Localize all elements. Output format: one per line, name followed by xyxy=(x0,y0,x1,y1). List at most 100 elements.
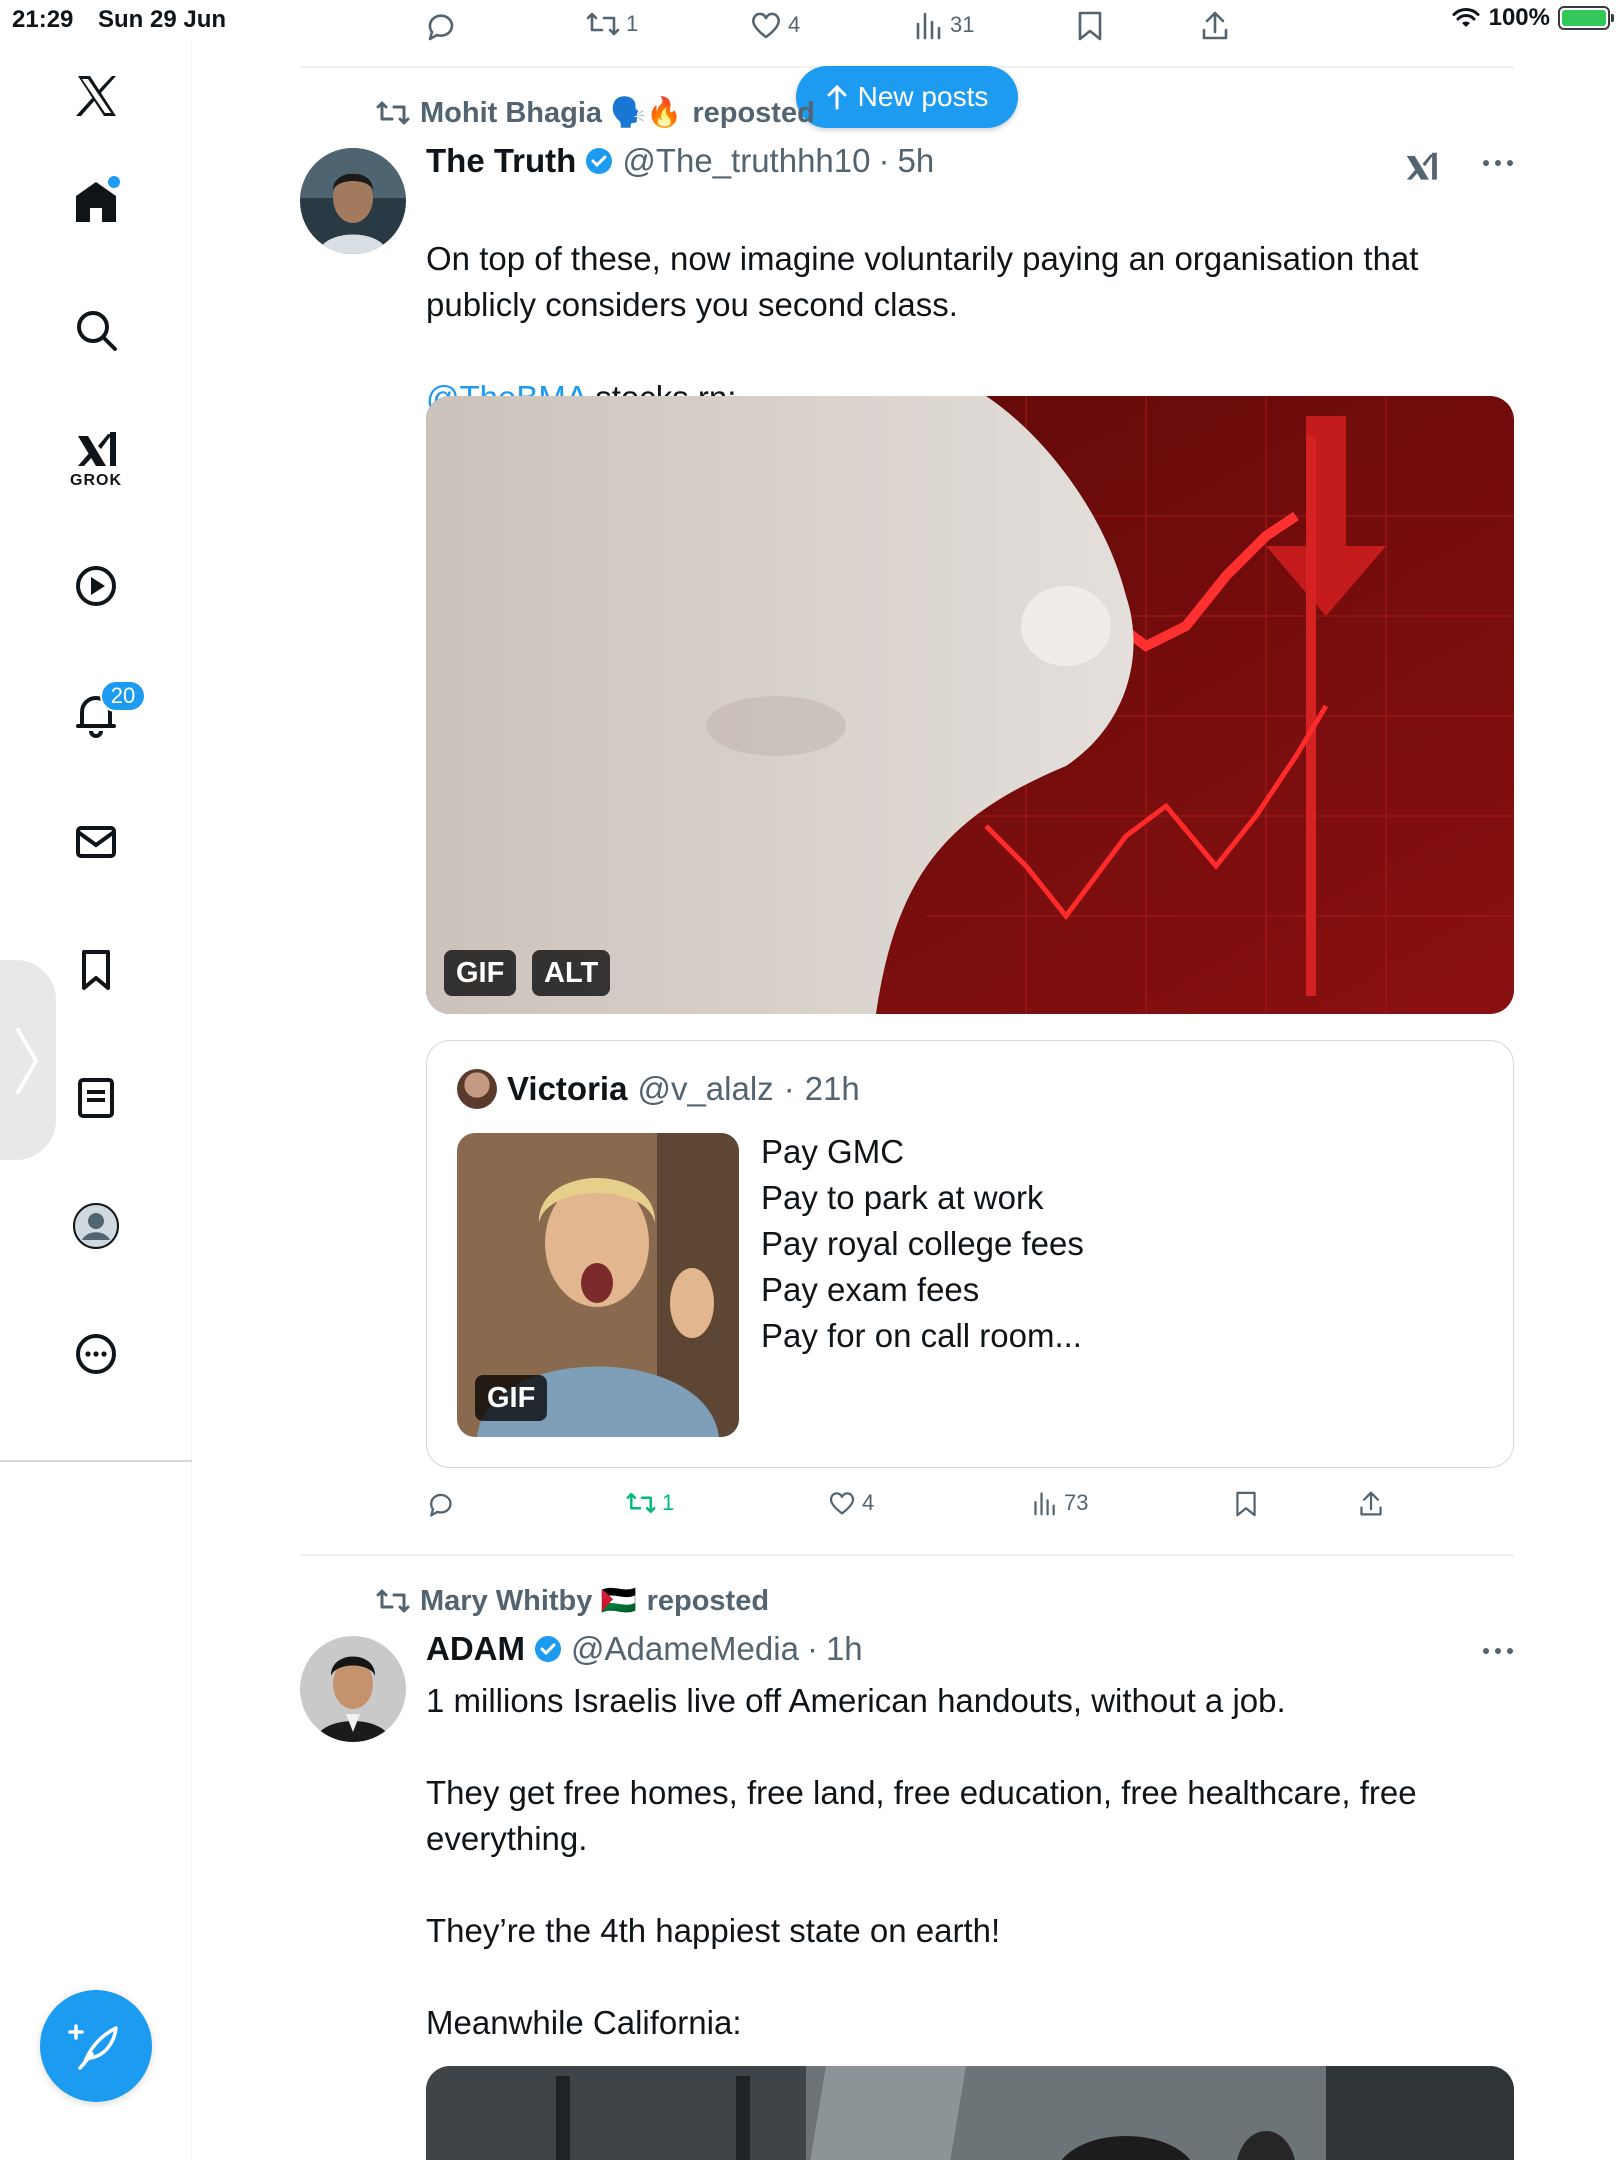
post-header: ADAM @AdameMedia · 1h xyxy=(426,1630,863,1668)
sidebar-item-profile[interactable] xyxy=(48,1178,144,1274)
grok-label: GROK xyxy=(70,472,122,489)
views-button[interactable]: 31 xyxy=(914,10,974,40)
sidebar-item-grok[interactable]: GROK xyxy=(48,410,144,506)
sidebar-item-more[interactable] xyxy=(48,1306,144,1402)
quote-gif-media[interactable]: GIF xyxy=(457,1133,739,1437)
share-button[interactable] xyxy=(1200,10,1230,42)
more-options-icon[interactable] xyxy=(1482,1646,1514,1656)
repost-button[interactable]: 1 xyxy=(626,1490,674,1516)
user-handle[interactable]: @AdameMedia xyxy=(571,1630,799,1668)
post-header: The Truth @The_truthhh10 · 5h xyxy=(426,142,934,180)
avatar[interactable] xyxy=(457,1069,497,1109)
share-button[interactable] xyxy=(1358,1490,1384,1518)
compose-post-button[interactable] xyxy=(40,1990,152,2102)
bookmark-icon xyxy=(1236,1491,1256,1517)
repost-count: 1 xyxy=(662,1490,675,1515)
battery-icon xyxy=(1558,6,1614,30)
post-timestamp[interactable]: 21h xyxy=(805,1070,860,1108)
repost-attribution[interactable]: Mary Whitby 🇵🇸 reposted xyxy=(376,1584,769,1618)
more-circle-icon xyxy=(76,1334,116,1374)
like-count: 4 xyxy=(788,12,801,37)
gif-badge: GIF xyxy=(475,1375,548,1421)
verified-badge-icon xyxy=(534,1636,561,1662)
reply-icon xyxy=(428,14,454,41)
bookmark-button[interactable] xyxy=(1234,1490,1258,1518)
repost-button[interactable]: 1 xyxy=(586,10,638,38)
user-handle[interactable]: @The_truthhh10 xyxy=(622,142,870,180)
grok-icon[interactable] xyxy=(1402,148,1440,186)
analytics-icon xyxy=(916,12,941,40)
quote-header: Victoria @v_alalz · 21h xyxy=(457,1069,860,1109)
post-video-media[interactable] xyxy=(426,2066,1514,2160)
post-timestamp[interactable]: 1h xyxy=(826,1630,863,1668)
video-image xyxy=(426,2066,1514,2160)
avatar[interactable] xyxy=(300,148,406,254)
views-count: 31 xyxy=(950,12,975,37)
feed-divider xyxy=(300,1554,1514,1556)
compose-feather-icon xyxy=(68,2024,118,2070)
like-button[interactable]: 4 xyxy=(750,10,800,40)
bookmark-icon xyxy=(82,950,110,990)
gif-image xyxy=(426,396,1514,1014)
home-unread-dot xyxy=(108,176,120,188)
list-document-icon xyxy=(78,1078,114,1118)
sidebar-item-lists[interactable] xyxy=(48,1050,144,1146)
x-logo-icon[interactable] xyxy=(48,48,144,144)
post-timestamp[interactable]: 5h xyxy=(898,142,935,180)
more-options-icon[interactable] xyxy=(1482,158,1514,168)
bookmark-button[interactable] xyxy=(1076,10,1104,42)
post-actions: 1 4 73 xyxy=(426,1490,1426,1530)
sidebar-item-notifications[interactable]: 20 xyxy=(48,666,146,762)
quoted-post[interactable]: Victoria @v_alalz · 21h GIF Pay GMC Pay … xyxy=(426,1040,1514,1468)
grok-icon xyxy=(78,432,116,466)
sidebar-item-messages[interactable] xyxy=(48,794,144,890)
reply-button[interactable] xyxy=(426,1490,454,1518)
separator-dot: · xyxy=(806,1630,818,1667)
avatar[interactable] xyxy=(300,1636,406,1742)
repost-icon xyxy=(376,101,410,125)
views-button[interactable]: 73 xyxy=(1032,1490,1088,1516)
post-text-line1: On top of these, now imagine voluntarily… xyxy=(426,240,1419,323)
heart-icon xyxy=(752,12,780,39)
repost-icon xyxy=(586,12,620,36)
display-name[interactable]: ADAM xyxy=(426,1630,525,1668)
status-right: 100% xyxy=(1451,4,1614,32)
like-count: 4 xyxy=(862,1490,875,1515)
post-text: On top of these, now imagine voluntarily… xyxy=(426,190,1486,328)
share-icon xyxy=(1360,1491,1382,1516)
display-name[interactable]: The Truth xyxy=(426,142,576,180)
reposter-name: Mohit Bhagia 🗣️🔥 xyxy=(420,97,683,129)
separator-dot: · xyxy=(783,1070,795,1107)
analytics-icon xyxy=(1034,1492,1055,1516)
arrow-up-icon xyxy=(827,84,847,110)
bookmark-icon xyxy=(1078,11,1102,41)
like-button[interactable]: 4 xyxy=(828,1490,874,1516)
user-handle[interactable]: @v_alalz xyxy=(637,1070,773,1108)
quote-text: Pay GMC Pay to park at work Pay royal co… xyxy=(761,1133,1084,1354)
heart-icon xyxy=(829,1492,855,1515)
sidebar-item-search[interactable] xyxy=(48,282,144,378)
display-name[interactable]: Victoria xyxy=(507,1070,627,1108)
drawer-handle[interactable] xyxy=(0,960,56,1160)
sidebar-item-bookmarks[interactable] xyxy=(48,922,144,1018)
new-posts-button[interactable]: New posts xyxy=(796,66,1018,128)
separator-dot: · xyxy=(878,142,890,179)
sidebar-item-videos[interactable] xyxy=(48,538,144,634)
sidebar-item-home[interactable] xyxy=(48,154,144,250)
status-date: Sun 29 Jun xyxy=(98,6,227,33)
alt-text-badge[interactable]: ALT xyxy=(532,950,611,996)
repost-count: 1 xyxy=(626,11,639,36)
verified-badge-icon xyxy=(586,148,613,174)
repost-icon xyxy=(626,1492,656,1514)
notifications-badge: 20 xyxy=(100,680,146,712)
wifi-icon xyxy=(1452,8,1480,27)
reply-icon xyxy=(430,1493,452,1517)
reposted-label: reposted xyxy=(646,1584,770,1617)
reply-button[interactable] xyxy=(424,10,456,42)
new-posts-label: New posts xyxy=(857,81,989,112)
repost-icon xyxy=(376,1589,410,1613)
post-gif-media[interactable]: GIF ALT xyxy=(426,396,1514,1014)
chevron-right-icon xyxy=(16,1028,39,1094)
status-time: 21:29 xyxy=(12,6,74,33)
repost-attribution[interactable]: Mohit Bhagia 🗣️🔥 reposted xyxy=(376,96,815,130)
